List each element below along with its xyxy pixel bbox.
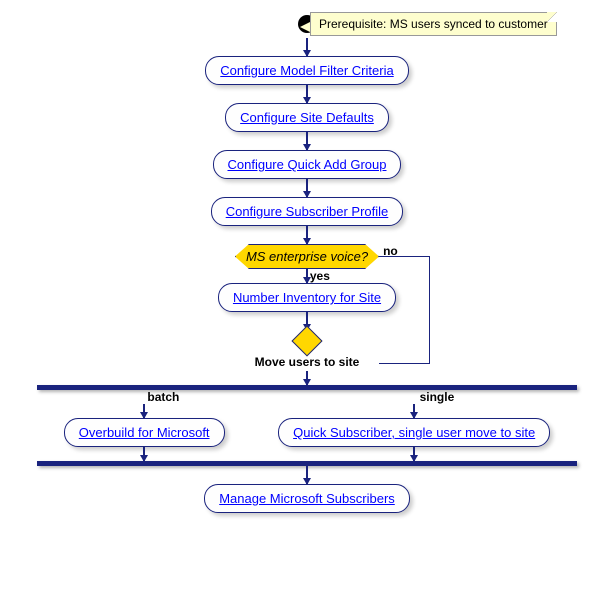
arrow-icon (143, 447, 145, 461)
activity-diagram: Prerequisite: MS users synced to custome… (10, 10, 604, 513)
manage-microsoft-subscribers[interactable]: Manage Microsoft Subscribers (204, 484, 410, 513)
arrow-icon (306, 371, 308, 385)
start-row: Prerequisite: MS users synced to custome… (10, 10, 604, 38)
merge-row (10, 330, 604, 352)
single-label: single (420, 390, 455, 404)
arrow-icon (306, 269, 308, 283)
quick-subscriber-single-move[interactable]: Quick Subscriber, single user move to si… (278, 418, 550, 447)
note-connector (300, 22, 310, 32)
arrow-icon (306, 85, 308, 103)
arrow-icon (306, 132, 308, 150)
configure-site-defaults[interactable]: Configure Site Defaults (225, 103, 389, 132)
arrow-icon (143, 404, 145, 418)
overbuild-for-microsoft[interactable]: Overbuild for Microsoft (64, 418, 225, 447)
prerequisite-note: Prerequisite: MS users synced to custome… (310, 12, 557, 36)
decision-wrap: MS enterprise voice? no yes (235, 244, 379, 269)
arrow-icon (306, 179, 308, 197)
arrow-icon (306, 466, 308, 484)
configure-subscriber-profile[interactable]: Configure Subscriber Profile (211, 197, 404, 226)
move-users-label: Move users to site (255, 355, 360, 369)
arrow-icon (306, 38, 308, 56)
ms-enterprise-voice-decision: MS enterprise voice? (235, 244, 379, 269)
single-column: single Quick Subscriber, single user mov… (278, 390, 550, 461)
batch-label: batch (147, 390, 179, 404)
number-inventory-for-site[interactable]: Number Inventory for Site (218, 283, 396, 312)
merge-node (291, 325, 322, 356)
arrow-icon (413, 404, 415, 418)
configure-quick-add-group[interactable]: Configure Quick Add Group (213, 150, 402, 179)
fork-row: batch Overbuild for Microsoft single Qui… (37, 390, 577, 461)
arrow-icon (306, 226, 308, 244)
batch-column: batch Overbuild for Microsoft (64, 390, 225, 461)
yes-label: yes (310, 269, 330, 283)
configure-model-filter-criteria[interactable]: Configure Model Filter Criteria (205, 56, 408, 85)
note-fold-icon (547, 12, 557, 22)
note-text: Prerequisite: MS users synced to custome… (319, 17, 548, 31)
arrow-icon (413, 447, 415, 461)
